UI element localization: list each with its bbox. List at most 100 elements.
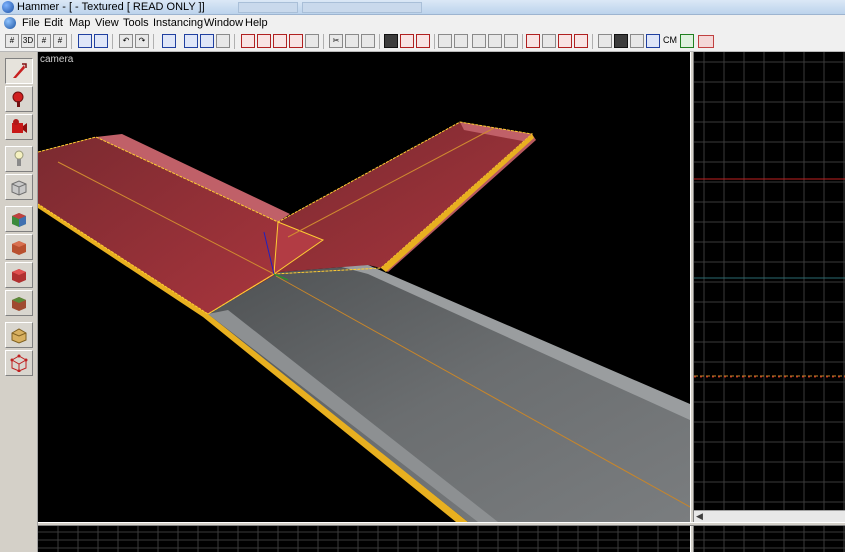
toolbar-separator <box>153 34 154 49</box>
toolbar-separator <box>522 34 523 49</box>
block-icon <box>11 180 27 196</box>
texture-current-icon <box>12 241 26 255</box>
menu-help[interactable]: Help <box>245 17 268 29</box>
select-touching-icon[interactable] <box>454 34 468 48</box>
unhide-all-icon[interactable] <box>200 34 214 48</box>
camera-viewport[interactable]: camera <box>38 52 690 522</box>
run-engine-icon[interactable] <box>698 35 714 48</box>
viewport-label[interactable]: camera <box>40 54 73 65</box>
cubemap-icon[interactable] <box>646 34 660 48</box>
toolbar-separator <box>234 34 235 49</box>
copy-icon[interactable] <box>345 34 359 48</box>
toggle-helpers-icon[interactable] <box>273 34 287 48</box>
smaller-grid-icon[interactable]: # <box>37 34 51 48</box>
document-globe-icon[interactable] <box>4 17 16 29</box>
toggle-3d-grid-icon[interactable]: 3D <box>21 34 35 48</box>
check-problems-icon[interactable] <box>558 34 572 48</box>
camera-tool[interactable] <box>5 114 33 140</box>
vertex-tool[interactable] <box>5 350 33 376</box>
toolbar-separator <box>71 34 72 49</box>
cordon-edit-icon[interactable] <box>416 34 430 48</box>
selection-mode-icon[interactable] <box>216 34 230 48</box>
block-tool[interactable] <box>5 174 33 200</box>
toggle-scale-lock-icon[interactable] <box>305 34 319 48</box>
magnify-tool[interactable] <box>5 86 33 112</box>
undo-icon[interactable]: ↶ <box>119 34 133 48</box>
texture-browser-icon[interactable] <box>614 34 628 48</box>
menu-instancing[interactable]: Instancing <box>153 17 203 29</box>
clipping-tool[interactable] <box>5 322 33 348</box>
flip-icon[interactable] <box>504 34 518 48</box>
vertex-icon <box>10 354 28 372</box>
redo-icon[interactable]: ↷ <box>135 34 149 48</box>
grid-render <box>38 526 690 552</box>
align-top-icon[interactable] <box>472 34 486 48</box>
rotate-icon[interactable] <box>680 34 694 48</box>
cut-icon[interactable]: ✂ <box>329 34 343 48</box>
background-tabs <box>238 2 438 13</box>
toolbar-separator <box>112 34 113 49</box>
light-entity-icon <box>14 150 24 166</box>
toolbar-separator <box>434 34 435 49</box>
scene-render <box>38 121 690 522</box>
texture-application-tool[interactable] <box>5 206 33 232</box>
carve-icon[interactable] <box>78 34 92 48</box>
background-tab <box>302 2 422 13</box>
run-map-icon[interactable] <box>574 34 588 48</box>
camera-icon <box>12 119 27 133</box>
bottom-right-viewport[interactable] <box>694 526 845 552</box>
group-icon[interactable] <box>94 34 108 48</box>
decompile-icon[interactable] <box>526 34 540 48</box>
cm-label[interactable]: CM <box>663 35 677 45</box>
menu-tools[interactable]: Tools <box>123 17 149 29</box>
magnifier-icon <box>12 91 24 107</box>
menu-bar: File Edit Map View Tools Instancing Wind… <box>0 15 845 31</box>
toggle-grid-icon[interactable]: # <box>5 34 19 48</box>
tool-palette <box>0 52 38 552</box>
title-bar: Hammer - [ - Textured [ READ ONLY ]] <box>0 0 845 15</box>
paste-icon[interactable] <box>361 34 375 48</box>
decal-tool[interactable] <box>5 262 33 288</box>
clip-icon <box>11 328 27 344</box>
toggle-cordon-icon[interactable] <box>384 34 398 48</box>
menu-map[interactable]: Map <box>69 17 90 29</box>
menu-view[interactable]: View <box>95 17 119 29</box>
selection-tool[interactable] <box>5 58 33 84</box>
properties-icon[interactable] <box>598 34 612 48</box>
entity-report-icon[interactable] <box>542 34 556 48</box>
toolbar-separator <box>323 34 324 49</box>
hide-unselected-icon[interactable] <box>184 34 198 48</box>
align-center-icon[interactable] <box>488 34 502 48</box>
select-bounds-icon[interactable] <box>438 34 452 48</box>
apply-current-texture-tool[interactable] <box>5 234 33 260</box>
bottom-left-viewport[interactable] <box>38 526 690 552</box>
window-title: Hammer - [ - Textured [ READ ONLY ]] <box>17 1 205 13</box>
texture-apply-icon <box>12 213 26 227</box>
grid-render <box>694 526 845 552</box>
overlay-icon <box>12 297 26 311</box>
menu-file[interactable]: File <box>22 17 40 29</box>
hide-selected-icon[interactable] <box>162 34 176 48</box>
hide-objects-icon[interactable] <box>241 34 255 48</box>
toolbar-separator <box>592 34 593 49</box>
decal-icon <box>12 269 26 283</box>
toggle-texture-lock-icon[interactable] <box>289 34 303 48</box>
main-toolbar: # 3D # # ↶ ↷ ✂ CM <box>0 31 845 52</box>
top-2d-viewport[interactable] <box>694 52 845 510</box>
menu-window[interactable]: Window <box>204 17 243 29</box>
cordon-bounds-icon[interactable] <box>400 34 414 48</box>
pointer-icon <box>13 63 27 78</box>
grid-settings-icon[interactable] <box>630 34 644 48</box>
hammer-app-icon <box>2 1 14 13</box>
toolbar-separator <box>379 34 380 49</box>
background-tab <box>238 2 298 13</box>
grid-lines <box>694 52 845 510</box>
scroll-left-arrow-icon[interactable]: ◀ <box>696 511 703 522</box>
grid-render <box>694 52 845 510</box>
menu-edit[interactable]: Edit <box>44 17 63 29</box>
horizontal-scrollbar[interactable]: ◀ <box>694 510 845 522</box>
larger-grid-icon[interactable]: # <box>53 34 67 48</box>
overlay-tool[interactable] <box>5 290 33 316</box>
entity-tool[interactable] <box>5 146 33 172</box>
toggle-models-icon[interactable] <box>257 34 271 48</box>
